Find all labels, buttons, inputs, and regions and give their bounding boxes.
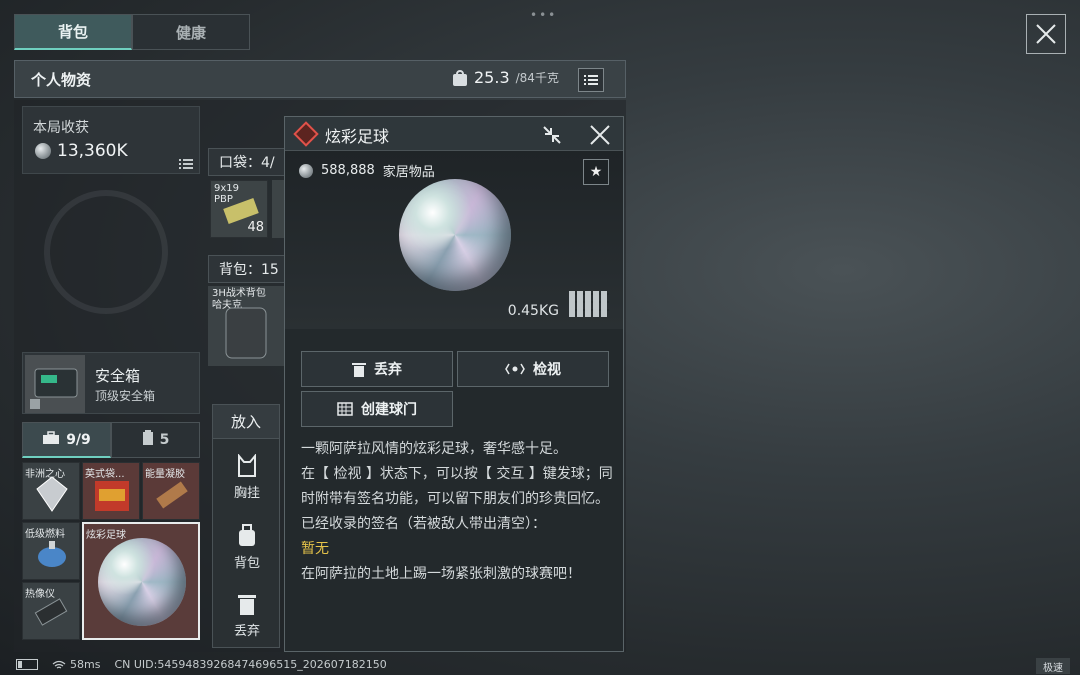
discard-button[interactable]: 丢弃: [301, 351, 453, 387]
weight-max: /84千克: [515, 71, 559, 85]
grid-item[interactable]: 英式袋...: [82, 462, 140, 520]
tab-card-holder-count: 5: [159, 432, 170, 448]
football-preview-image: [399, 179, 511, 291]
ammo-count: 48: [247, 220, 264, 235]
grid-item[interactable]: 非洲之心: [22, 462, 80, 520]
grid-item[interactable]: 低级燃料: [22, 522, 80, 580]
goal-net-icon: [337, 402, 353, 416]
grid-item[interactable]: 能量凝胶: [142, 462, 200, 520]
inspect-icon: [505, 363, 525, 375]
tab-toolbox-count: 9/9: [66, 431, 91, 448]
item-preview: 588,888 家居物品 ★ 0.45KG: [285, 151, 623, 329]
list-icon: [584, 75, 598, 85]
close-icon: [1036, 24, 1056, 44]
description-line: 在【 检视 】状态下，可以按【 交互 】键发球；同时附带有签名功能，可以留下朋友…: [301, 466, 613, 507]
put-discard-button[interactable]: 丢弃: [213, 583, 281, 647]
safebox-grid: 非洲之心 英式袋... 能量凝胶 低级燃料 炫彩足球 热像仪: [22, 462, 200, 640]
item-weight: 0.45KG: [507, 303, 559, 319]
coin-icon: [299, 163, 313, 178]
battery-icon: [16, 659, 38, 670]
create-goal-button[interactable]: 创建球门: [301, 391, 453, 427]
weight-indicator: 25.3 /84千克: [452, 68, 559, 87]
trash-icon: [238, 594, 256, 615]
tab-backpack[interactable]: 背包: [14, 14, 132, 50]
income-value: 13,360K: [57, 141, 128, 161]
safebox-slot[interactable]: 安全箱 顶级安全箱: [22, 352, 200, 414]
description-line: 一颗阿萨拉风情的炫彩足球，奢华感十足。: [301, 441, 567, 457]
tab-card-holder[interactable]: 5: [111, 422, 200, 458]
safebox-thumbnail: [25, 355, 85, 413]
backpack-icon: [239, 523, 255, 546]
pocket-label: 口袋：4/: [208, 148, 288, 176]
actions-header: 放入: [213, 405, 279, 439]
item-title: 炫彩足球: [325, 127, 390, 146]
drag-handle-dots[interactable]: •••: [530, 8, 557, 22]
ammo-slot[interactable]: 9x19 PBP 48: [210, 180, 268, 238]
weight-icon: [453, 69, 467, 86]
item-detail-card: 炫彩足球 588,888 家居物品 ★ 0.45KG 丢弃 检视 创建球门 一颗…: [284, 116, 624, 652]
item-price-row: 588,888 家居物品: [299, 161, 435, 180]
grid-size-icon: [569, 291, 609, 317]
tab-health[interactable]: 健康: [132, 14, 250, 50]
trash-icon: [352, 363, 366, 377]
tactical-backpack-icon: [225, 307, 267, 359]
backpack-label: 背包：15: [208, 255, 288, 283]
favorite-star-button[interactable]: ★: [583, 159, 609, 185]
speed-mode-badge[interactable]: 极速: [1036, 658, 1070, 674]
item-price: 588,888: [321, 163, 375, 178]
income-list-icon[interactable]: [179, 155, 193, 174]
income-label: 本局收获: [33, 120, 89, 136]
card-close-icon[interactable]: [589, 124, 611, 146]
chest-rig-icon: [238, 453, 256, 477]
backpack-slot[interactable]: 3H战术背包 哈夫克: [208, 286, 286, 366]
description-closing: 在阿萨拉的土地上踢一场紧张刺激的球赛吧！: [301, 566, 581, 582]
football-icon: [98, 538, 186, 626]
inspect-button[interactable]: 检视: [457, 351, 609, 387]
sort-list-button[interactable]: [578, 68, 604, 92]
tab-toolbox[interactable]: 9/9: [22, 422, 111, 458]
close-button[interactable]: [1026, 14, 1066, 54]
rarity-diamond-icon: [293, 121, 319, 147]
collapse-icon[interactable]: [541, 125, 563, 145]
weight-current: 25.3: [474, 68, 510, 87]
quick-actions-panel: 放入 胸挂 背包 丢弃: [212, 404, 280, 648]
wifi-ping: 58ms: [52, 658, 100, 671]
item-category: 家居物品: [382, 165, 435, 180]
card-header: 炫彩足球: [285, 117, 623, 151]
put-backpack-button[interactable]: 背包: [213, 515, 281, 579]
status-bar: 58ms CN UID:54594839268474696515_2026071…: [16, 658, 387, 671]
coin-icon: [35, 143, 51, 159]
faction-emblem-watermark: [44, 190, 168, 314]
wifi-icon: [52, 660, 66, 668]
card-holder-icon: [142, 430, 154, 450]
safebox-subtitle: 顶级安全箱: [95, 389, 156, 403]
inventory-title: 个人物资: [31, 70, 92, 89]
income-value-row: 13,360K: [35, 141, 128, 161]
income-panel[interactable]: 本局收获 13,360K: [22, 106, 200, 174]
user-uid: CN UID:54594839268474696515_202607182150: [114, 658, 387, 671]
grid-item-selected[interactable]: 炫彩足球: [82, 522, 200, 640]
star-icon: ★: [589, 164, 603, 180]
safebox-title: 安全箱: [95, 367, 141, 385]
lock-icon: [30, 399, 40, 409]
grid-item[interactable]: 热像仪: [22, 582, 80, 640]
item-description: 一颗阿萨拉风情的炫彩足球，奢华感十足。 在【 检视 】状态下，可以按【 交互 】…: [301, 437, 613, 587]
container-tabs: 9/9 5: [22, 422, 200, 458]
description-line: 已经收录的签名（若被敌人带出清空）：: [301, 516, 546, 532]
put-chest-rig-button[interactable]: 胸挂: [213, 445, 281, 509]
signature-value: 暂无: [301, 541, 329, 557]
toolbox-icon: [42, 430, 60, 449]
